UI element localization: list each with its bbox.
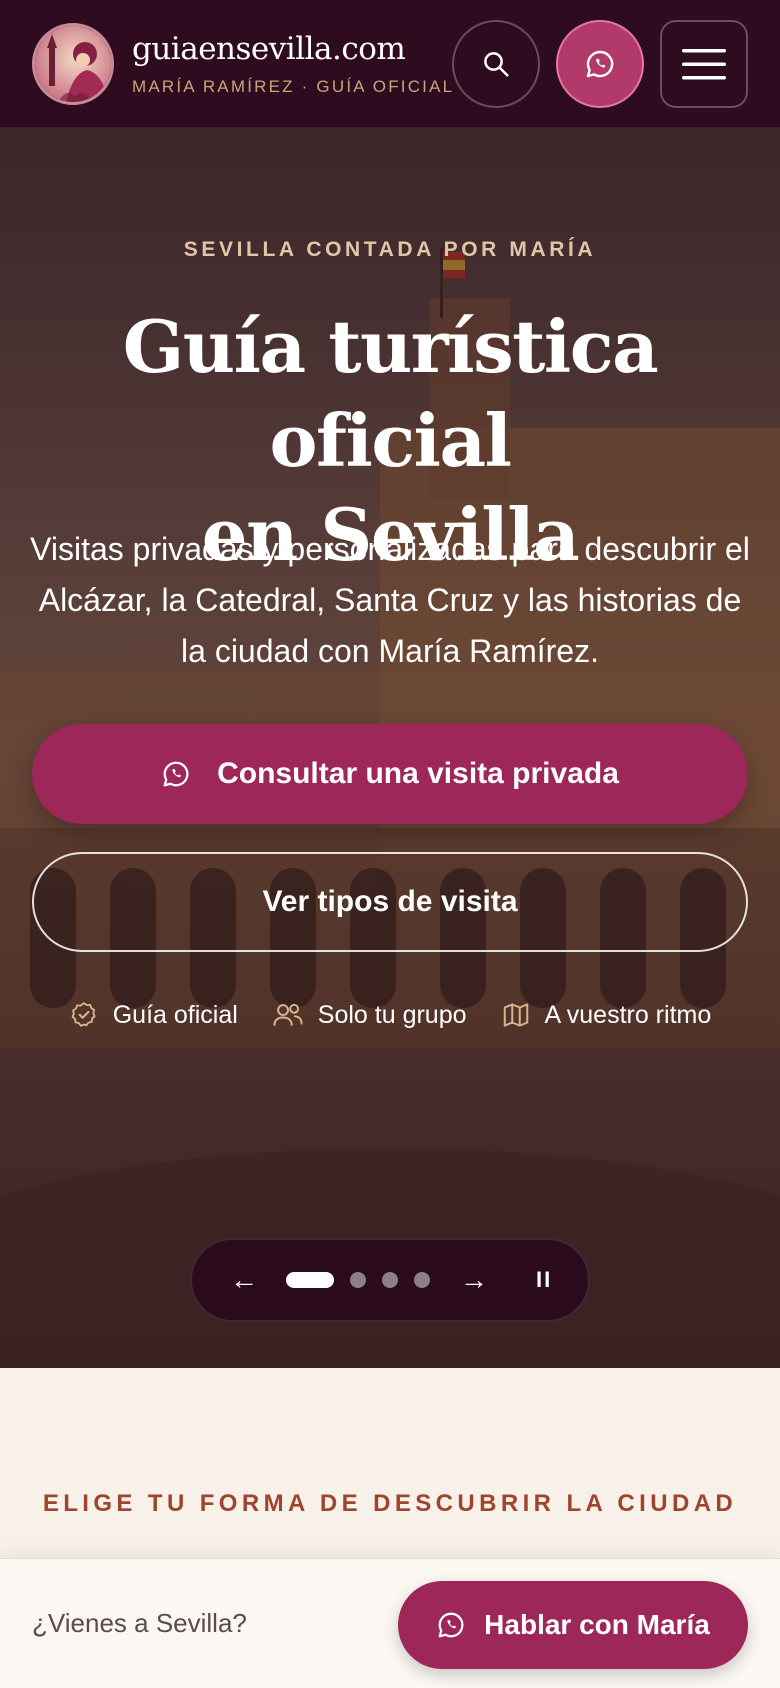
slider-dots [286, 1272, 430, 1288]
feature-official-guide: Guía oficial [69, 1000, 238, 1030]
slider-prev-button[interactable]: ← [224, 1264, 264, 1296]
slider-dot-2[interactable] [350, 1272, 366, 1288]
talk-to-maria-label: Hablar con María [484, 1609, 710, 1640]
whatsapp-icon [438, 1612, 464, 1638]
section-eyebrow: ELIGE TU FORMA DE DESCUBRIR LA CIUDAD [42, 1490, 738, 1517]
slider-pause-button[interactable]: II [536, 1267, 552, 1293]
hero-lead: Visitas privadas y personalizadas para d… [30, 531, 750, 669]
brand-subtitle: MARÍA RAMÍREZ · GUÍA OFICIAL [132, 76, 455, 96]
brand-name: guiaensevilla.com [132, 30, 406, 67]
bottom-question: ¿Vienes a Sevilla? [32, 1608, 247, 1638]
whatsapp-header-button[interactable] [556, 20, 644, 108]
hero-eyebrow: SEVILLA CONTADA POR MARÍA [183, 238, 597, 261]
talk-to-maria-button[interactable]: Hablar con María [398, 1581, 748, 1669]
slider-dot-1[interactable] [286, 1272, 334, 1288]
consult-private-visit-label: Consultar una visita privada [217, 757, 619, 790]
feature-label: Solo tu grupo [317, 1000, 467, 1029]
feature-own-pace: A vuestro ritmo [501, 1000, 712, 1030]
map-icon [503, 1003, 528, 1027]
view-visit-types-button[interactable]: Ver tipos de visita [32, 852, 748, 952]
logo[interactable] [32, 22, 114, 105]
hero-section: SEVILLA CONTADA POR MARÍA Guía turística… [0, 128, 780, 1368]
feature-private-group: Solo tu grupo [272, 1000, 467, 1030]
hero-features: Guía oficial Solo tu grupo A vuestro rit… [0, 1000, 780, 1030]
search-icon [484, 52, 509, 77]
users-icon [273, 1003, 303, 1026]
hero-title-line-1: Guía turística oficial [122, 304, 659, 483]
site-header: guiaensevilla.com MARÍA RAMÍREZ · GUÍA O… [0, 0, 780, 128]
whatsapp-icon [586, 50, 614, 78]
badge-check-icon [71, 1002, 96, 1027]
search-button[interactable] [452, 20, 540, 108]
brand[interactable]: guiaensevilla.com MARÍA RAMÍREZ · GUÍA O… [132, 31, 454, 97]
whatsapp-icon [161, 759, 191, 789]
hero-slider-controls: ← → II [190, 1238, 590, 1322]
feature-label: Guía oficial [112, 1000, 238, 1029]
sticky-bottom-bar: ¿Vienes a Sevilla? Hablar con María [0, 1558, 780, 1688]
logo-illustration-icon [35, 25, 111, 102]
slider-dot-3[interactable] [382, 1272, 398, 1288]
menu-button[interactable] [660, 20, 748, 108]
feature-label: A vuestro ritmo [544, 1000, 712, 1029]
consult-private-visit-button[interactable]: Consultar una visita privada [32, 724, 748, 824]
hamburger-menu-icon [682, 49, 726, 80]
slider-dot-4[interactable] [414, 1272, 430, 1288]
slider-next-button[interactable]: → [454, 1264, 494, 1296]
view-visit-types-label: Ver tipos de visita [262, 885, 518, 918]
